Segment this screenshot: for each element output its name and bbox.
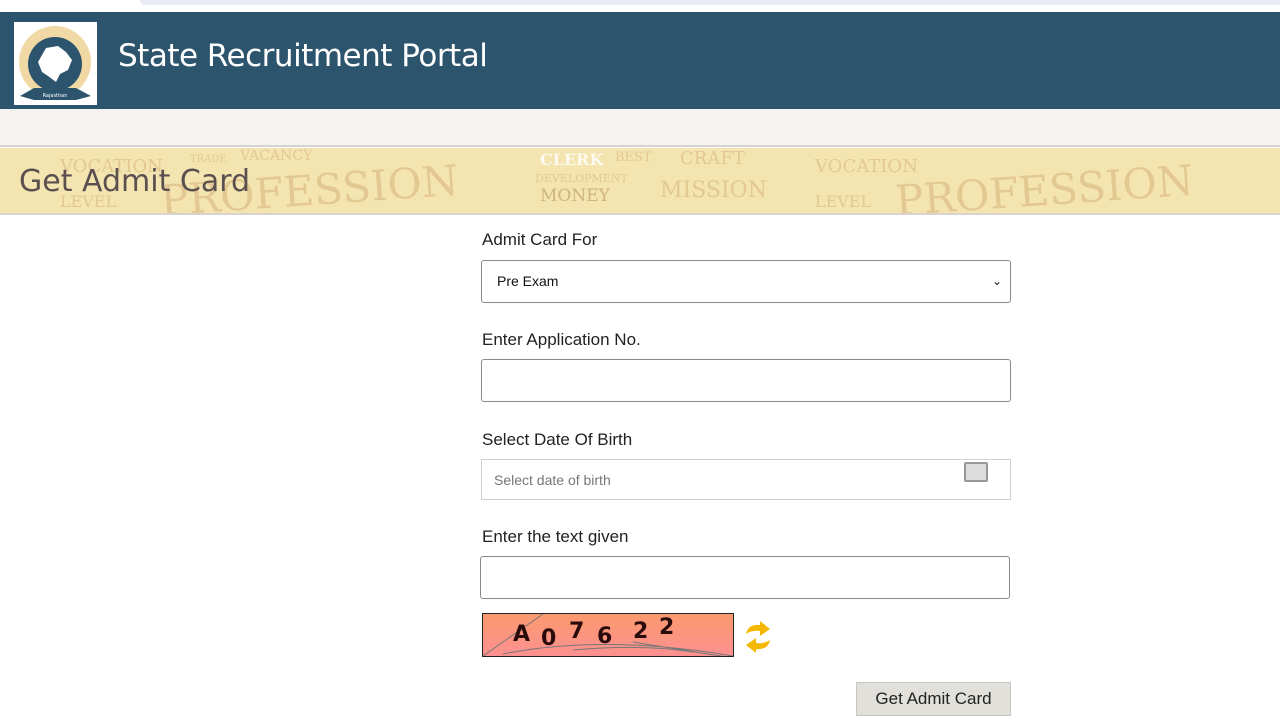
banner-word: DEVELOPMENT xyxy=(535,172,628,185)
captcha-image: A 0 7 6 2 2 xyxy=(482,613,734,657)
banner-word: MONEY xyxy=(540,186,610,206)
get-admit-card-button[interactable]: Get Admit Card xyxy=(856,682,1011,716)
banner-word: CLERK xyxy=(540,150,604,169)
banner-word: CRAFT xyxy=(680,148,745,169)
captcha-char: 2 xyxy=(633,619,649,644)
banner-word: VOCATION xyxy=(815,156,918,177)
browser-top-strip xyxy=(0,0,1280,12)
banner-word: PROFESSION xyxy=(893,155,1196,215)
captcha-label: Enter the text given xyxy=(482,527,629,546)
captcha-char: 0 xyxy=(541,626,557,651)
refresh-captcha-icon[interactable] xyxy=(742,620,774,654)
admit-card-for-label: Admit Card For xyxy=(482,230,598,249)
site-header: Rajasthan State Recruitment Portal xyxy=(0,12,1280,109)
dob-label: Select Date Of Birth xyxy=(482,430,633,449)
portal-logo[interactable]: Rajasthan xyxy=(14,22,97,105)
chevron-down-icon: ⌄ xyxy=(991,274,1002,288)
admit-card-for-select[interactable]: Pre Exam ⌄ xyxy=(481,260,1011,303)
dob-input[interactable]: Select date of birth xyxy=(481,459,1011,500)
banner-word: LEVEL xyxy=(815,192,872,211)
banner-word: BEST xyxy=(615,150,652,165)
application-no-input[interactable] xyxy=(481,359,1011,402)
nav-strip xyxy=(0,109,1280,147)
captcha-char: 2 xyxy=(659,615,675,640)
banner-word: MISSION xyxy=(660,178,767,203)
site-title: State Recruitment Portal xyxy=(118,38,488,74)
banner-word: VACANCY xyxy=(240,148,313,164)
captcha-char: A xyxy=(513,622,531,647)
calendar-icon[interactable] xyxy=(964,462,988,482)
page-heading: Get Admit Card xyxy=(19,164,251,199)
selected-option: Pre Exam xyxy=(497,273,559,289)
dob-placeholder: Select date of birth xyxy=(494,472,611,488)
captcha-char: 6 xyxy=(597,624,613,649)
browser-tab-bar xyxy=(140,0,1280,5)
captcha-char: 7 xyxy=(569,619,585,644)
application-no-label: Enter Application No. xyxy=(482,330,641,349)
svg-text:Rajasthan: Rajasthan xyxy=(43,93,68,99)
captcha-input[interactable] xyxy=(480,556,1010,599)
